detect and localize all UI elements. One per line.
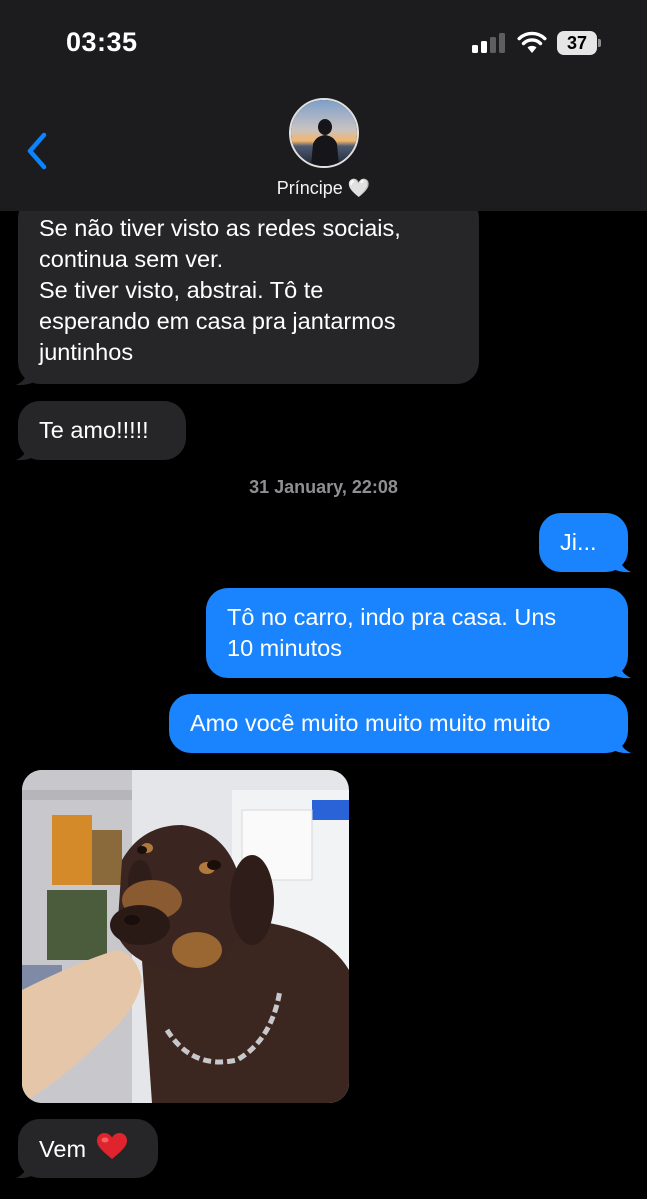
incoming-message[interactable]: Se não tiver visto as redes sociais, con… <box>18 196 479 384</box>
message-line: Se não tiver visto as redes sociais, <box>39 215 401 241</box>
battery-level: 37 <box>557 31 597 55</box>
bubble-tail <box>609 734 631 754</box>
message-line: esperando em casa pra jantarmos <box>39 308 396 334</box>
contact-name[interactable]: Príncipe 🤍 <box>0 178 647 199</box>
status-time: 03:35 <box>66 27 138 57</box>
message-line: Se tiver visto, abstrai. Tô te <box>39 277 324 303</box>
contact-avatar[interactable] <box>289 98 359 168</box>
message-text: Amo você muito muito muito muito <box>190 710 551 736</box>
incoming-message[interactable]: Te amo!!!!! <box>18 401 186 460</box>
heart-emoji-icon <box>96 1133 127 1159</box>
message-text: Te amo!!!!! <box>39 417 149 443</box>
photo-message[interactable] <box>22 770 349 1103</box>
signal-bars-icon <box>472 33 506 53</box>
message-line: Tô no carro, indo pra casa. Uns <box>227 604 557 630</box>
wifi-icon <box>517 31 547 53</box>
incoming-message[interactable]: Vem <box>18 1119 158 1178</box>
outgoing-message[interactable]: Tô no carro, indo pra casa. Uns 10 minut… <box>206 588 628 678</box>
chevron-left-icon[interactable] <box>22 130 52 172</box>
message-line: continua sem ver. <box>39 246 224 272</box>
message-line: juntinhos <box>39 339 134 365</box>
battery-icon: 37 <box>557 31 601 55</box>
message-timestamp: 31 January, 22:08 <box>249 477 398 497</box>
outgoing-message[interactable]: Amo você muito muito muito muito <box>169 694 628 753</box>
bubble-tail <box>609 553 631 573</box>
message-text-row: Vem <box>39 1133 158 1165</box>
bubble-tail <box>609 659 631 679</box>
chat-header: 03:35 37 Príncipe 🤍 <box>0 0 647 211</box>
message-text: Vem <box>39 1136 87 1162</box>
bubble-tail <box>16 1159 38 1179</box>
bubble-tail <box>16 366 38 386</box>
bubble-tail <box>16 441 38 461</box>
message-line: 10 minutos <box>227 635 342 661</box>
